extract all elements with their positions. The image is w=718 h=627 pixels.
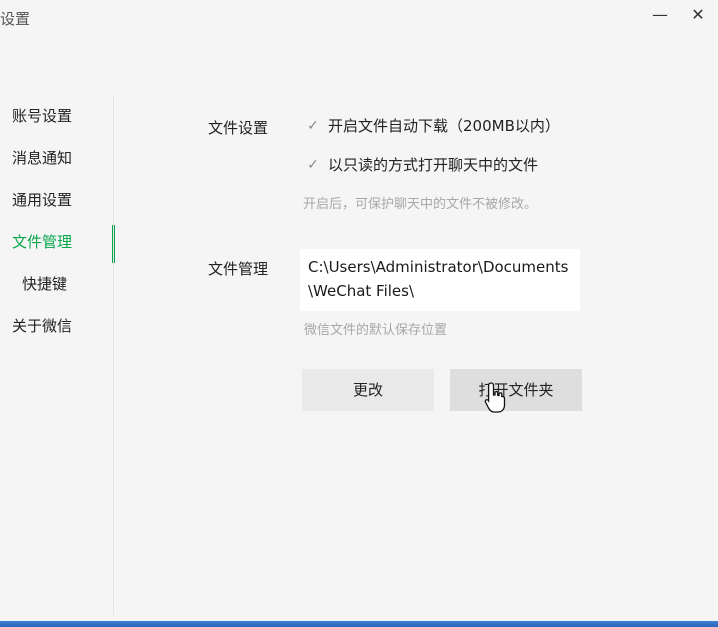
sidebar-divider [113, 95, 114, 615]
minimize-button[interactable]: — [646, 2, 674, 26]
readonly-open-text: 以只读的方式打开聊天中的文件 [328, 156, 539, 174]
sidebar-item-file-management[interactable]: 文件管理 [0, 221, 115, 263]
window-title: 设置 [0, 10, 31, 28]
file-management-label: 文件管理 [208, 260, 269, 278]
change-button[interactable]: 更改 [302, 369, 434, 411]
file-settings-hint: 开启后，可保护聊天中的文件不被修改。 [303, 197, 538, 212]
open-folder-button[interactable]: 打开文件夹 [450, 369, 582, 411]
auto-download-checkbox[interactable]: ✓ 开启文件自动下载（200MB以内） [304, 115, 560, 136]
file-settings-label: 文件设置 [208, 119, 269, 137]
settings-sidebar: 账号设置 消息通知 通用设置 文件管理 快捷键 关于微信 [0, 95, 115, 347]
readonly-open-checkbox[interactable]: ✓ 以只读的方式打开聊天中的文件 [304, 154, 538, 175]
hand-pointer-icon [484, 382, 506, 413]
file-path-hint: 微信文件的默认保存位置 [304, 323, 448, 338]
checkmark-icon: ✓ [307, 156, 319, 173]
auto-download-text: 开启文件自动下载（200MB以内） [328, 117, 560, 135]
settings-window: 设置 — ✕ 账号设置 消息通知 通用设置 文件管理 快捷键 关于微信 文件设置… [0, 0, 718, 627]
close-button[interactable]: ✕ [684, 2, 712, 26]
sidebar-item-about[interactable]: 关于微信 [0, 305, 115, 347]
sidebar-item-account[interactable]: 账号设置 [0, 95, 115, 137]
file-path-field[interactable]: C:\Users\Administrator\Documents\WeChat … [300, 249, 580, 311]
checkmark-icon: ✓ [307, 117, 319, 134]
sidebar-item-general[interactable]: 通用设置 [0, 179, 115, 221]
taskbar-edge [0, 621, 718, 627]
sidebar-item-notifications[interactable]: 消息通知 [0, 137, 115, 179]
sidebar-item-shortcuts[interactable]: 快捷键 [0, 263, 115, 305]
